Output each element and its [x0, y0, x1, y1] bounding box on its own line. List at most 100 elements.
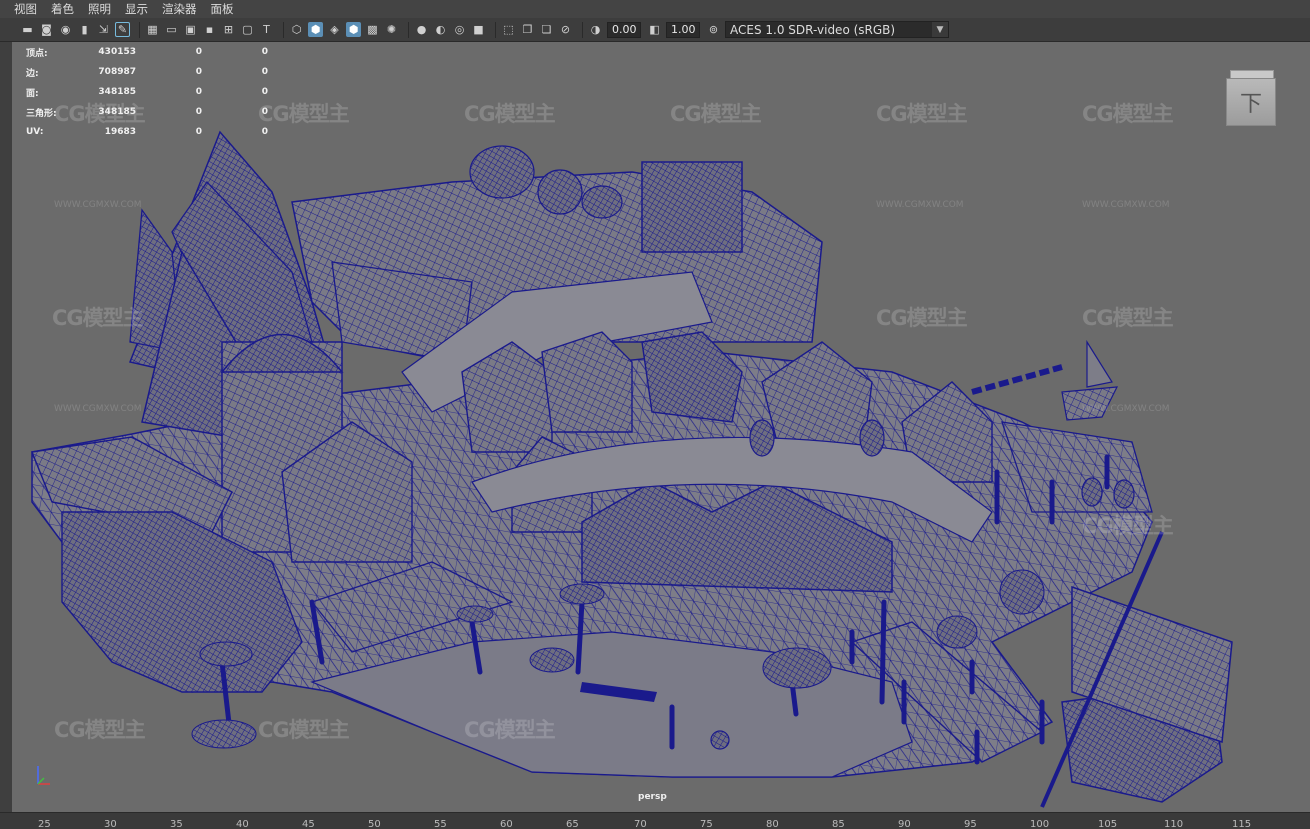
- left-panel-edge: [0, 42, 12, 812]
- motion-blur-icon[interactable]: ◎: [452, 22, 467, 37]
- watermark-url: WWW.CGMXW.COM: [54, 404, 142, 414]
- xray-active-icon[interactable]: ❏: [539, 22, 554, 37]
- watermark-url: WWW.CGMXW.COM: [54, 200, 142, 210]
- time-tick: 70: [634, 819, 647, 829]
- time-slider[interactable]: 25 30 35 40 45 50 55 60 65 70 75 80 85 9…: [0, 812, 1310, 829]
- resolution-gate-icon[interactable]: ▣: [183, 22, 198, 37]
- watermark: CG模型主: [1082, 102, 1174, 126]
- chevron-down-icon[interactable]: ▼: [932, 22, 948, 37]
- hud-label: 面:: [26, 88, 39, 99]
- hud-label: 顶点:: [26, 48, 48, 59]
- field-chart-icon[interactable]: ⊞: [221, 22, 236, 37]
- exposure-icon[interactable]: ◑: [588, 22, 603, 37]
- hud-value: 348185: [98, 87, 136, 97]
- select-camera-icon[interactable]: ▬: [20, 22, 35, 37]
- hud-value: 0: [195, 127, 202, 137]
- time-tick: 90: [898, 819, 911, 829]
- menu-view[interactable]: 视图: [14, 1, 37, 17]
- watermark: CG模型主: [464, 718, 556, 742]
- viewport-toolbar: ▬ ◙ ◉ ▮ ⇲ ✎ ▦ ▭ ▣ ▪ ⊞ ▢ T ⬡ ⬢ ◈ ⬢ ▩ ✺ ● …: [0, 18, 1310, 42]
- hud-value: 19683: [104, 127, 136, 137]
- hud-value: 0: [261, 127, 268, 137]
- dome-3: [581, 185, 623, 219]
- menu-lighting[interactable]: 照明: [88, 1, 111, 17]
- time-tick: 80: [766, 819, 779, 829]
- hud-value: 0: [261, 47, 268, 57]
- watermark: CG模型主: [1082, 306, 1174, 330]
- smooth-shade-icon[interactable]: ⬢: [308, 22, 323, 37]
- time-tick: 100: [1030, 819, 1050, 829]
- time-tick: 85: [832, 819, 845, 829]
- hud-value: 0: [195, 47, 202, 57]
- hud-value: 430153: [98, 47, 136, 57]
- hud-row-vertices: 顶点: 430153 0 0: [26, 42, 268, 62]
- gate-mask-icon[interactable]: ▪: [202, 22, 217, 37]
- small-sail: [1086, 339, 1113, 388]
- view-transform-dropdown[interactable]: ACES 1.0 SDR-video (sRGB) ▼: [725, 21, 949, 38]
- time-tick: 45: [302, 819, 315, 829]
- bookmarks-icon[interactable]: ◉: [58, 22, 73, 37]
- menu-show[interactable]: 显示: [125, 1, 148, 17]
- time-tick: 30: [104, 819, 117, 829]
- textured-icon[interactable]: ▩: [365, 22, 380, 37]
- wireframe-on-shaded-icon[interactable]: ⬢: [346, 22, 361, 37]
- use-all-lights-icon[interactable]: ✺: [384, 22, 399, 37]
- watermark: CG模型主: [258, 718, 350, 742]
- hud-value: 348185: [98, 107, 136, 117]
- grid-icon[interactable]: ▦: [145, 22, 160, 37]
- time-tick: 35: [170, 819, 183, 829]
- xray-joints-icon[interactable]: ⊘: [558, 22, 573, 37]
- film-gate-icon[interactable]: ▭: [164, 22, 179, 37]
- camera-attributes-icon[interactable]: ◙: [39, 22, 54, 37]
- gamma-field[interactable]: 1.00: [666, 21, 700, 38]
- watermark-url: WWW.CGMXW.COM: [1082, 200, 1170, 210]
- viewport-persp[interactable]: CG模型主 CG模型主 CG模型主 CG模型主 CG模型主 CG模型主 CG模型…: [12, 42, 1310, 812]
- gamma-icon[interactable]: ◧: [647, 22, 662, 37]
- screen-space-ao-icon[interactable]: ◐: [433, 22, 448, 37]
- watermark: CG模型主: [258, 102, 350, 126]
- default-material-icon[interactable]: ◈: [327, 22, 342, 37]
- isolate-select-icon[interactable]: ⬚: [501, 22, 516, 37]
- time-tick: 55: [434, 819, 447, 829]
- hud-label: UV:: [26, 127, 44, 137]
- hud-row-uvs: UV: 19683 0 0: [26, 122, 268, 142]
- xray-icon[interactable]: ❐: [520, 22, 535, 37]
- hud-row-triangles: 三角形: 348185 0 0: [26, 102, 268, 122]
- poly-count-hud: 顶点: 430153 0 0 边: 708987 0 0 面: 348185 0…: [26, 42, 268, 142]
- dome-2: [537, 169, 583, 215]
- view-cube[interactable]: 下: [1226, 68, 1278, 128]
- grease-pencil-icon[interactable]: ✎: [115, 22, 130, 37]
- panel-menubar: 视图 着色 照明 显示 渲染器 面板: [0, 0, 1310, 18]
- wireframe-icon[interactable]: ⬡: [289, 22, 304, 37]
- watermark: CG模型主: [876, 306, 968, 330]
- image-plane-icon[interactable]: ⇲: [96, 22, 111, 37]
- hud-row-faces: 面: 348185 0 0: [26, 82, 268, 102]
- hud-value: 708987: [98, 67, 136, 77]
- shadows-icon[interactable]: ●: [414, 22, 429, 37]
- exposure-field[interactable]: 0.00: [607, 21, 641, 38]
- hud-value: 0: [195, 67, 202, 77]
- watermark: CG模型主: [876, 102, 968, 126]
- hud-value: 0: [261, 87, 268, 97]
- menu-renderer[interactable]: 渲染器: [162, 1, 197, 17]
- watermark: CG模型主: [1082, 514, 1174, 538]
- hud-value: 0: [195, 107, 202, 117]
- house-mid-3: [641, 331, 743, 423]
- hud-row-edges: 边: 708987 0 0: [26, 62, 268, 82]
- watermark-url: WWW.CGMXW.COM: [1082, 404, 1170, 414]
- menu-panels[interactable]: 面板: [211, 1, 234, 17]
- time-tick: 25: [38, 819, 51, 829]
- time-tick: 40: [236, 819, 249, 829]
- color-management-icon[interactable]: ⊚: [706, 22, 721, 37]
- multisample-aa-icon[interactable]: ■: [471, 22, 486, 37]
- view-cube-face[interactable]: 下: [1226, 78, 1276, 126]
- bookmark-icon[interactable]: ▮: [77, 22, 92, 37]
- safe-action-icon[interactable]: ▢: [240, 22, 255, 37]
- hud-value: 0: [261, 67, 268, 77]
- watermark: CG模型主: [54, 718, 146, 742]
- safe-title-icon[interactable]: T: [259, 22, 274, 37]
- wireframe-scene[interactable]: [12, 42, 1310, 812]
- watermark: CG模型主: [670, 102, 762, 126]
- time-tick: 105: [1098, 819, 1118, 829]
- menu-shading[interactable]: 着色: [51, 1, 74, 17]
